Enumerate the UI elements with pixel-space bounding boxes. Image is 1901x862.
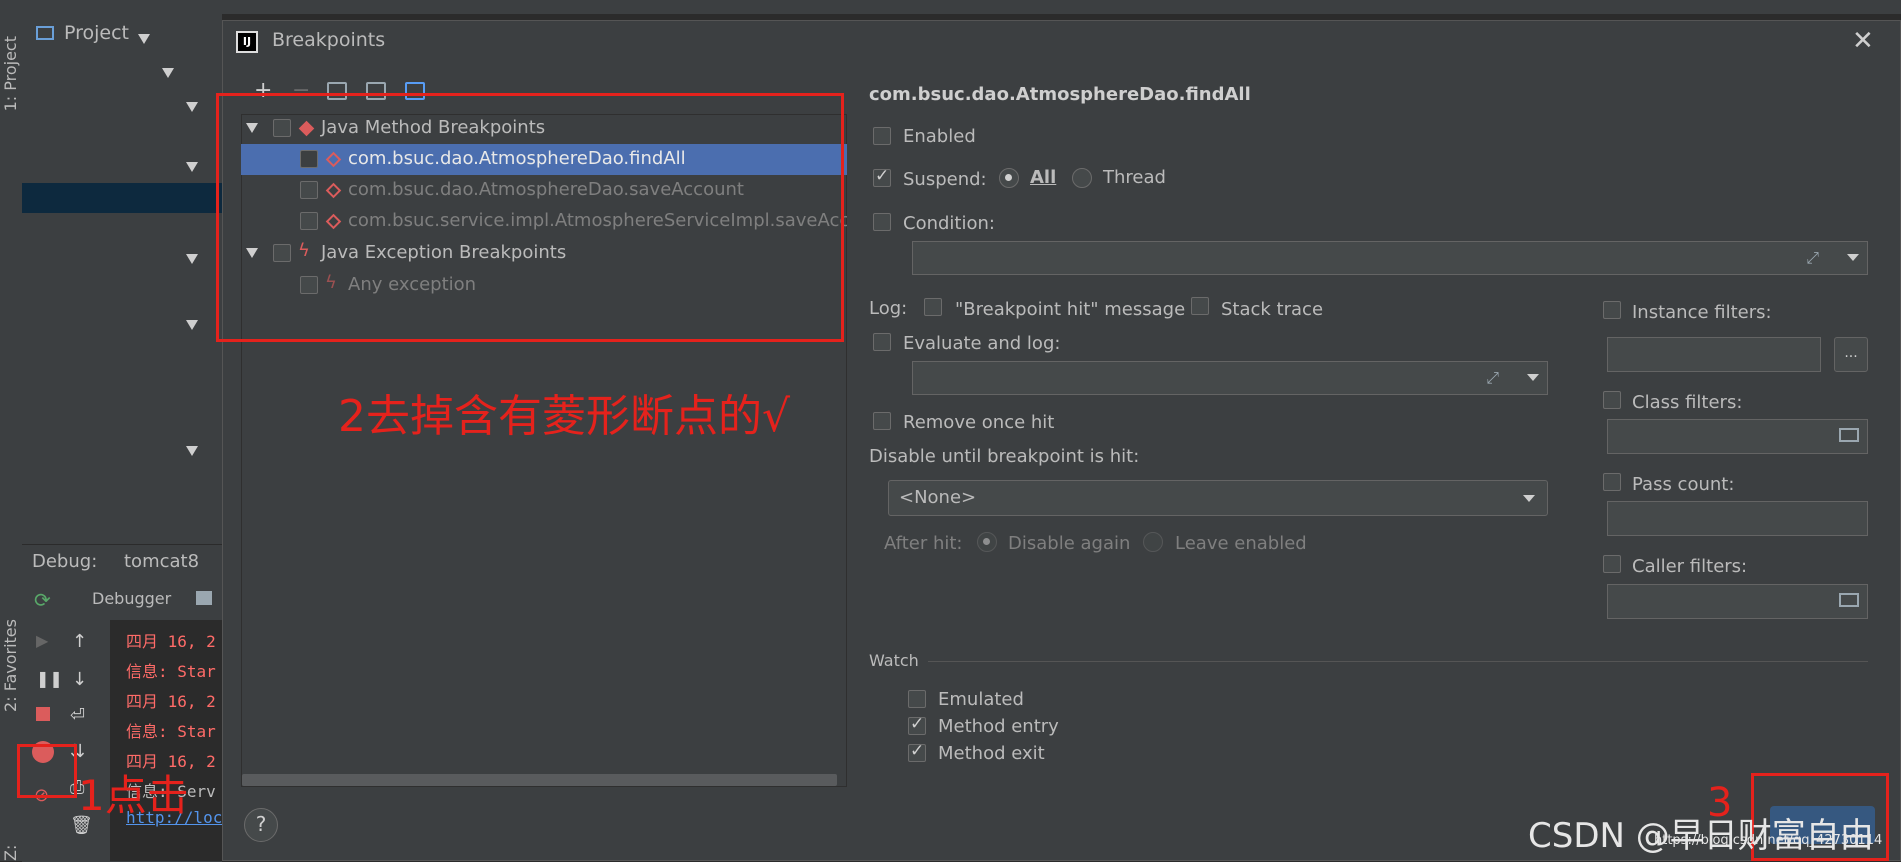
project-selected-row[interactable] (22, 183, 222, 213)
emulated-label: Emulated (938, 689, 1024, 710)
resume-icon[interactable]: ▶ (36, 631, 48, 650)
disable-until-label: Disable until breakpoint is hit: (869, 446, 1140, 467)
after-hit-label: After hit: (884, 533, 963, 554)
tree-expand-icon[interactable] (162, 68, 174, 78)
class-filters-input[interactable] (1607, 419, 1868, 454)
tree-expand-icon[interactable] (186, 320, 198, 330)
project-panel: Project (22, 14, 222, 544)
console-tab-icon[interactable] (196, 591, 212, 605)
tree-expand-icon[interactable] (186, 446, 198, 456)
annotation-box (216, 93, 844, 342)
disable-until-select[interactable]: <None> (888, 480, 1548, 516)
condition-label: Condition: (903, 213, 995, 234)
close-icon[interactable]: ✕ (1852, 28, 1874, 54)
instance-filters-checkbox[interactable] (1603, 301, 1621, 319)
log-message-checkbox[interactable] (924, 298, 942, 316)
suspend-all-label: All (1030, 167, 1057, 188)
evaluate-log-checkbox[interactable] (873, 333, 891, 351)
chevron-down-icon[interactable] (1527, 374, 1539, 381)
debugger-tab[interactable]: Debugger (92, 589, 171, 608)
enabled-checkbox[interactable] (873, 127, 891, 145)
intellij-logo-icon: IJ (236, 31, 258, 53)
leave-enabled-label: Leave enabled (1175, 533, 1307, 554)
chevron-down-icon[interactable] (1847, 254, 1859, 261)
ide-toolbar (0, 0, 1901, 15)
condition-checkbox[interactable] (873, 213, 891, 231)
up-arrow-icon[interactable]: ↑ (72, 631, 87, 652)
evaluate-log-input[interactable]: ⤢ (912, 361, 1548, 395)
help-button[interactable]: ? (244, 808, 278, 842)
condition-input[interactable]: ⤢ (912, 241, 1868, 275)
pass-count-label: Pass count: (1632, 474, 1735, 495)
tree-expand-icon[interactable] (186, 102, 198, 112)
instance-filters-label: Instance filters: (1632, 302, 1772, 323)
caller-filters-input[interactable] (1607, 584, 1868, 619)
suspend-label: Suspend: (903, 169, 987, 190)
tree-expand-icon[interactable] (186, 162, 198, 172)
pause-icon[interactable]: ❚❚ (36, 669, 63, 688)
remove-once-hit-checkbox[interactable] (873, 412, 891, 430)
rerun-icon[interactable]: ⟳ (34, 588, 51, 612)
folder-icon[interactable] (1839, 593, 1859, 607)
favorites-tool-tab[interactable]: 2: Favorites (1, 619, 20, 712)
project-tool-tab[interactable]: 1: Project (1, 36, 20, 111)
leave-enabled-radio[interactable] (1143, 532, 1163, 552)
method-exit-checkbox[interactable] (908, 741, 926, 762)
soft-wrap-icon[interactable]: ⏎ (70, 705, 85, 726)
folder-icon[interactable] (1839, 428, 1859, 442)
annotation-box (17, 744, 77, 798)
remove-once-hit-label: Remove once hit (903, 412, 1055, 433)
chevron-down-icon[interactable] (138, 34, 150, 44)
breakpoint-heading: com.bsuc.dao.AtmosphereDao.findAll (869, 84, 1251, 105)
instance-filters-button[interactable]: ... (1834, 337, 1868, 372)
debug-label: Debug: (32, 551, 98, 572)
method-exit-label: Method exit (938, 743, 1045, 764)
log-label: Log: (869, 298, 908, 319)
caller-filters-label: Caller filters: (1632, 556, 1748, 577)
enabled-label: Enabled (903, 126, 976, 147)
console-line: 四月 16, 2 (126, 632, 216, 651)
emulated-checkbox[interactable] (908, 690, 926, 708)
disable-again-radio[interactable] (977, 532, 997, 552)
log-message-label: "Breakpoint hit" message (955, 299, 1186, 320)
down-arrow-icon[interactable]: ↓ (72, 669, 87, 690)
disable-until-value: <None> (899, 487, 977, 508)
stack-trace-checkbox[interactable] (1191, 297, 1209, 315)
annotation-step2: 2去掉含有菱形断点的√ (338, 391, 791, 442)
suspend-thread-radio[interactable] (1072, 168, 1092, 188)
console-line: 信息: Star (126, 662, 216, 681)
class-filters-checkbox[interactable] (1603, 391, 1621, 409)
watch-divider (928, 661, 1868, 662)
pass-count-checkbox[interactable] (1603, 473, 1621, 491)
suspend-thread-label: Thread (1103, 167, 1166, 188)
project-icon (36, 26, 54, 40)
expand-icon[interactable]: ⤢ (1806, 248, 1819, 268)
disable-again-label: Disable again (1008, 533, 1131, 554)
annotation-step1: 1点击 (78, 771, 189, 820)
console-output[interactable]: 四月 16, 2 信息: Star 四月 16, 2 信息: Star 四月 1… (110, 620, 222, 861)
horizontal-scrollbar[interactable] (242, 774, 837, 786)
stop-icon[interactable] (36, 707, 50, 721)
debug-config-tab[interactable]: tomcat8 (124, 551, 199, 572)
dialog-title: Breakpoints (272, 29, 386, 51)
suspend-all-radio[interactable] (999, 168, 1019, 188)
project-title[interactable]: Project (64, 22, 129, 44)
pass-count-input[interactable] (1607, 501, 1868, 536)
class-filters-label: Class filters: (1632, 392, 1743, 413)
method-entry-label: Method entry (938, 716, 1059, 737)
chevron-down-icon[interactable] (1523, 495, 1535, 502)
tool-window-strip: 1: Project 2: Favorites Z: Structure (0, 14, 39, 861)
console-line: 四月 16, 2 (126, 692, 216, 711)
method-entry-checkbox[interactable] (908, 714, 926, 735)
tree-expand-icon[interactable] (186, 254, 198, 264)
instance-filters-input[interactable] (1607, 337, 1821, 372)
stack-trace-label: Stack trace (1221, 299, 1324, 320)
expand-icon[interactable]: ⤢ (1486, 368, 1499, 388)
evaluate-log-label: Evaluate and log: (903, 333, 1061, 354)
console-line: 信息: Star (126, 722, 216, 741)
watermark-url: https://blog.csdn.net/qq_42730114 (1654, 833, 1883, 848)
caller-filters-checkbox[interactable] (1603, 555, 1621, 573)
watch-label: Watch (869, 651, 919, 670)
suspend-checkbox[interactable] (873, 166, 891, 187)
